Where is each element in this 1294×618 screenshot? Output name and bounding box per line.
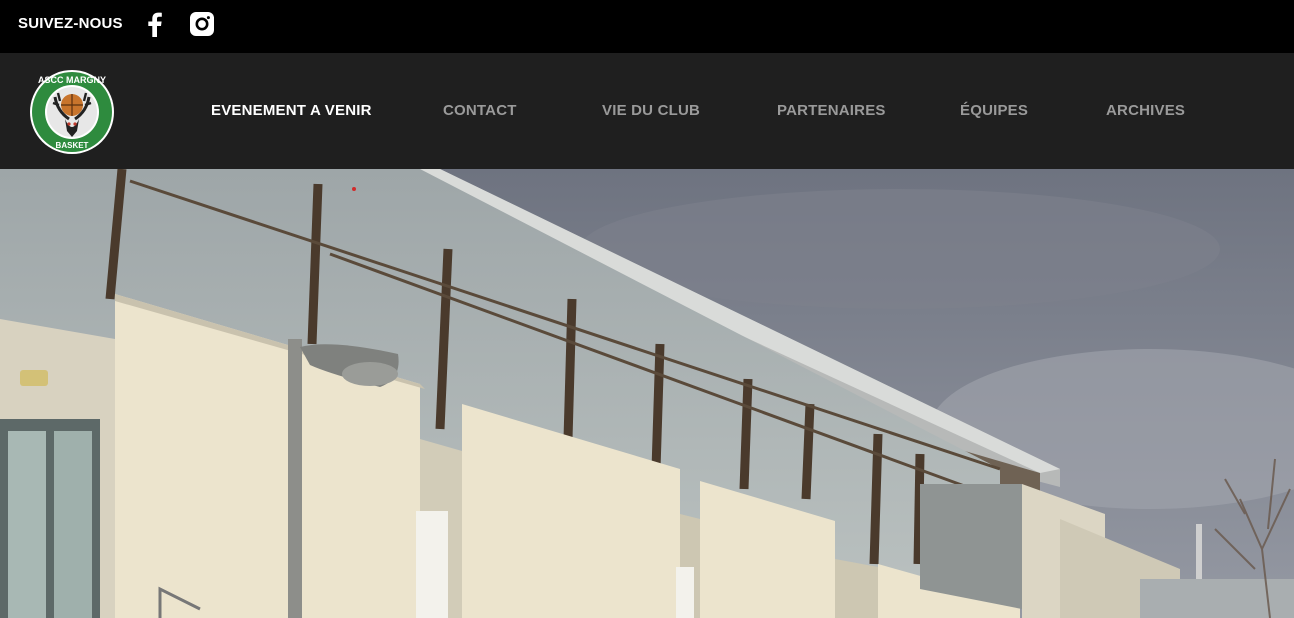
- logo-top-text: ASCC MARGNY: [38, 75, 106, 85]
- nav-item-equipes[interactable]: ÉQUIPES: [960, 102, 1028, 119]
- follow-us-label: SUIVEZ-NOUS: [18, 15, 123, 32]
- nav-item-archives[interactable]: ARCHIVES: [1106, 102, 1185, 119]
- club-logo[interactable]: ASCC MARGNY BASKET: [29, 69, 115, 155]
- nav-item-contact[interactable]: CONTACT: [443, 102, 517, 119]
- nav-item-partenaires[interactable]: PARTENAIRES: [777, 102, 886, 119]
- social-bar: SUIVEZ-NOUS: [0, 0, 1294, 53]
- nav-item-vie-du-club[interactable]: VIE DU CLUB: [602, 102, 700, 119]
- facebook-icon[interactable]: [143, 11, 165, 37]
- nav-item-evenement[interactable]: EVENEMENT A VENIR: [211, 102, 372, 119]
- instagram-icon[interactable]: [189, 11, 215, 37]
- logo-bottom-text: BASKET: [56, 141, 89, 150]
- hero-image: [0, 169, 1294, 618]
- main-navbar: ASCC MARGNY BASKET EVENEMENT A VENIR CON…: [0, 53, 1294, 169]
